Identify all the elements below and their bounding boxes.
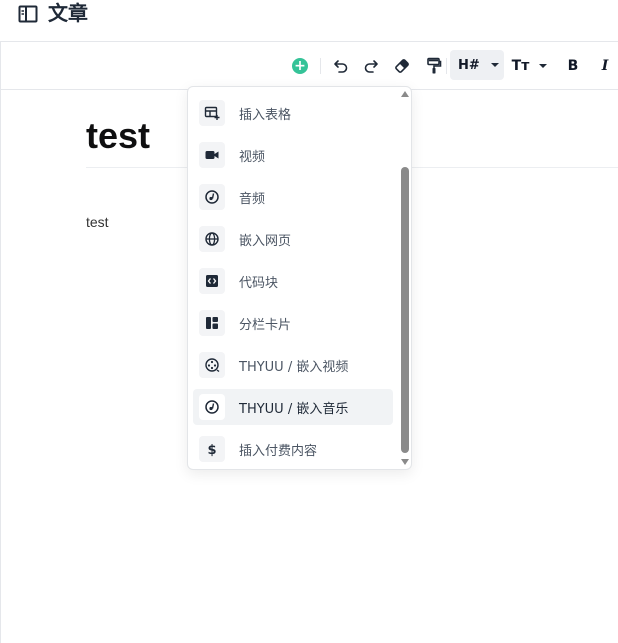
paint-roller-icon bbox=[427, 57, 442, 74]
scrollbar-thumb[interactable] bbox=[401, 167, 409, 453]
menu-item-video[interactable]: 视频 bbox=[193, 137, 393, 173]
font-size-dropdown[interactable]: Tт bbox=[508, 53, 552, 79]
menu-item-column-card[interactable]: 分栏卡片 bbox=[193, 305, 393, 341]
redo-icon bbox=[364, 60, 378, 73]
page-header: 文章 bbox=[0, 0, 618, 42]
scroll-down-arrow-icon[interactable] bbox=[401, 459, 409, 465]
italic-icon: I bbox=[601, 58, 609, 74]
table-plus-icon bbox=[204, 106, 220, 120]
chevron-down-icon bbox=[539, 64, 548, 68]
film-reel-icon bbox=[205, 358, 220, 373]
eraser-icon bbox=[395, 59, 409, 73]
scroll-up-arrow-icon[interactable] bbox=[401, 91, 409, 97]
bold-button[interactable]: B bbox=[562, 53, 584, 79]
plus-icon: + bbox=[292, 58, 308, 74]
dollar-icon: $ bbox=[207, 443, 216, 457]
menu-item-label: THYUU / 嵌入视频 bbox=[239, 359, 349, 375]
document-title[interactable]: test bbox=[86, 112, 150, 160]
menu-item-label: 分栏卡片 bbox=[239, 317, 292, 333]
menu-item-label: 插入表格 bbox=[239, 107, 292, 123]
menu-item-label: 视频 bbox=[239, 149, 266, 165]
code-block-icon bbox=[206, 275, 218, 287]
menu-item-embed-webpage[interactable]: 嵌入网页 bbox=[193, 221, 393, 257]
italic-button[interactable]: I bbox=[595, 53, 615, 79]
undo-icon bbox=[334, 60, 348, 73]
video-camera-icon bbox=[205, 151, 219, 159]
menu-item-label: 代码块 bbox=[239, 275, 279, 291]
sidebar-toggle-icon[interactable] bbox=[18, 4, 38, 24]
toolbar-divider bbox=[446, 58, 447, 74]
menu-item-label: 嵌入网页 bbox=[239, 233, 292, 249]
heading-label: H# bbox=[458, 57, 480, 73]
menu-item-label: THYUU / 嵌入音乐 bbox=[239, 401, 349, 417]
menu-item-code-block[interactable]: 代码块 bbox=[193, 263, 393, 299]
chevron-down-icon bbox=[490, 63, 499, 67]
format-painter-button[interactable] bbox=[423, 53, 445, 79]
undo-button[interactable] bbox=[330, 53, 352, 79]
menu-item-label: 音频 bbox=[239, 191, 266, 207]
music-disc-icon bbox=[205, 400, 219, 414]
bold-icon: B bbox=[567, 58, 579, 74]
menu-item-thyuu-embed-music[interactable]: THYUU / 嵌入音乐 bbox=[193, 389, 393, 425]
clear-format-button[interactable] bbox=[391, 53, 413, 79]
svg-text:$: $ bbox=[207, 443, 216, 457]
menu-item-thyuu-embed-video[interactable]: THYUU / 嵌入视频 bbox=[193, 347, 393, 383]
font-size-label: Tт bbox=[511, 58, 530, 74]
page-title: 文章 bbox=[48, 1, 88, 25]
columns-card-icon bbox=[206, 317, 218, 329]
menu-scrollbar[interactable] bbox=[400, 89, 410, 467]
document-body[interactable]: test bbox=[86, 212, 109, 232]
menu-item-audio[interactable]: 音频 bbox=[193, 179, 393, 215]
globe-icon bbox=[205, 232, 219, 246]
menu-item-insert-paid-content[interactable]: $ 插入付费内容 bbox=[193, 431, 393, 467]
heading-dropdown[interactable]: H# bbox=[450, 50, 504, 80]
page-left-border bbox=[0, 42, 1, 643]
insert-menu: 插入表格 视频 音频 嵌入网页 代码块 分栏卡片 THYUU / 嵌入视频 TH… bbox=[187, 86, 412, 470]
audio-disc-icon bbox=[205, 190, 219, 204]
toolbar-divider bbox=[320, 58, 321, 74]
redo-button[interactable] bbox=[360, 53, 382, 79]
menu-item-label: 插入付费内容 bbox=[239, 443, 318, 459]
menu-item-insert-table[interactable]: 插入表格 bbox=[193, 95, 393, 131]
insert-block-button[interactable]: + bbox=[290, 53, 310, 79]
